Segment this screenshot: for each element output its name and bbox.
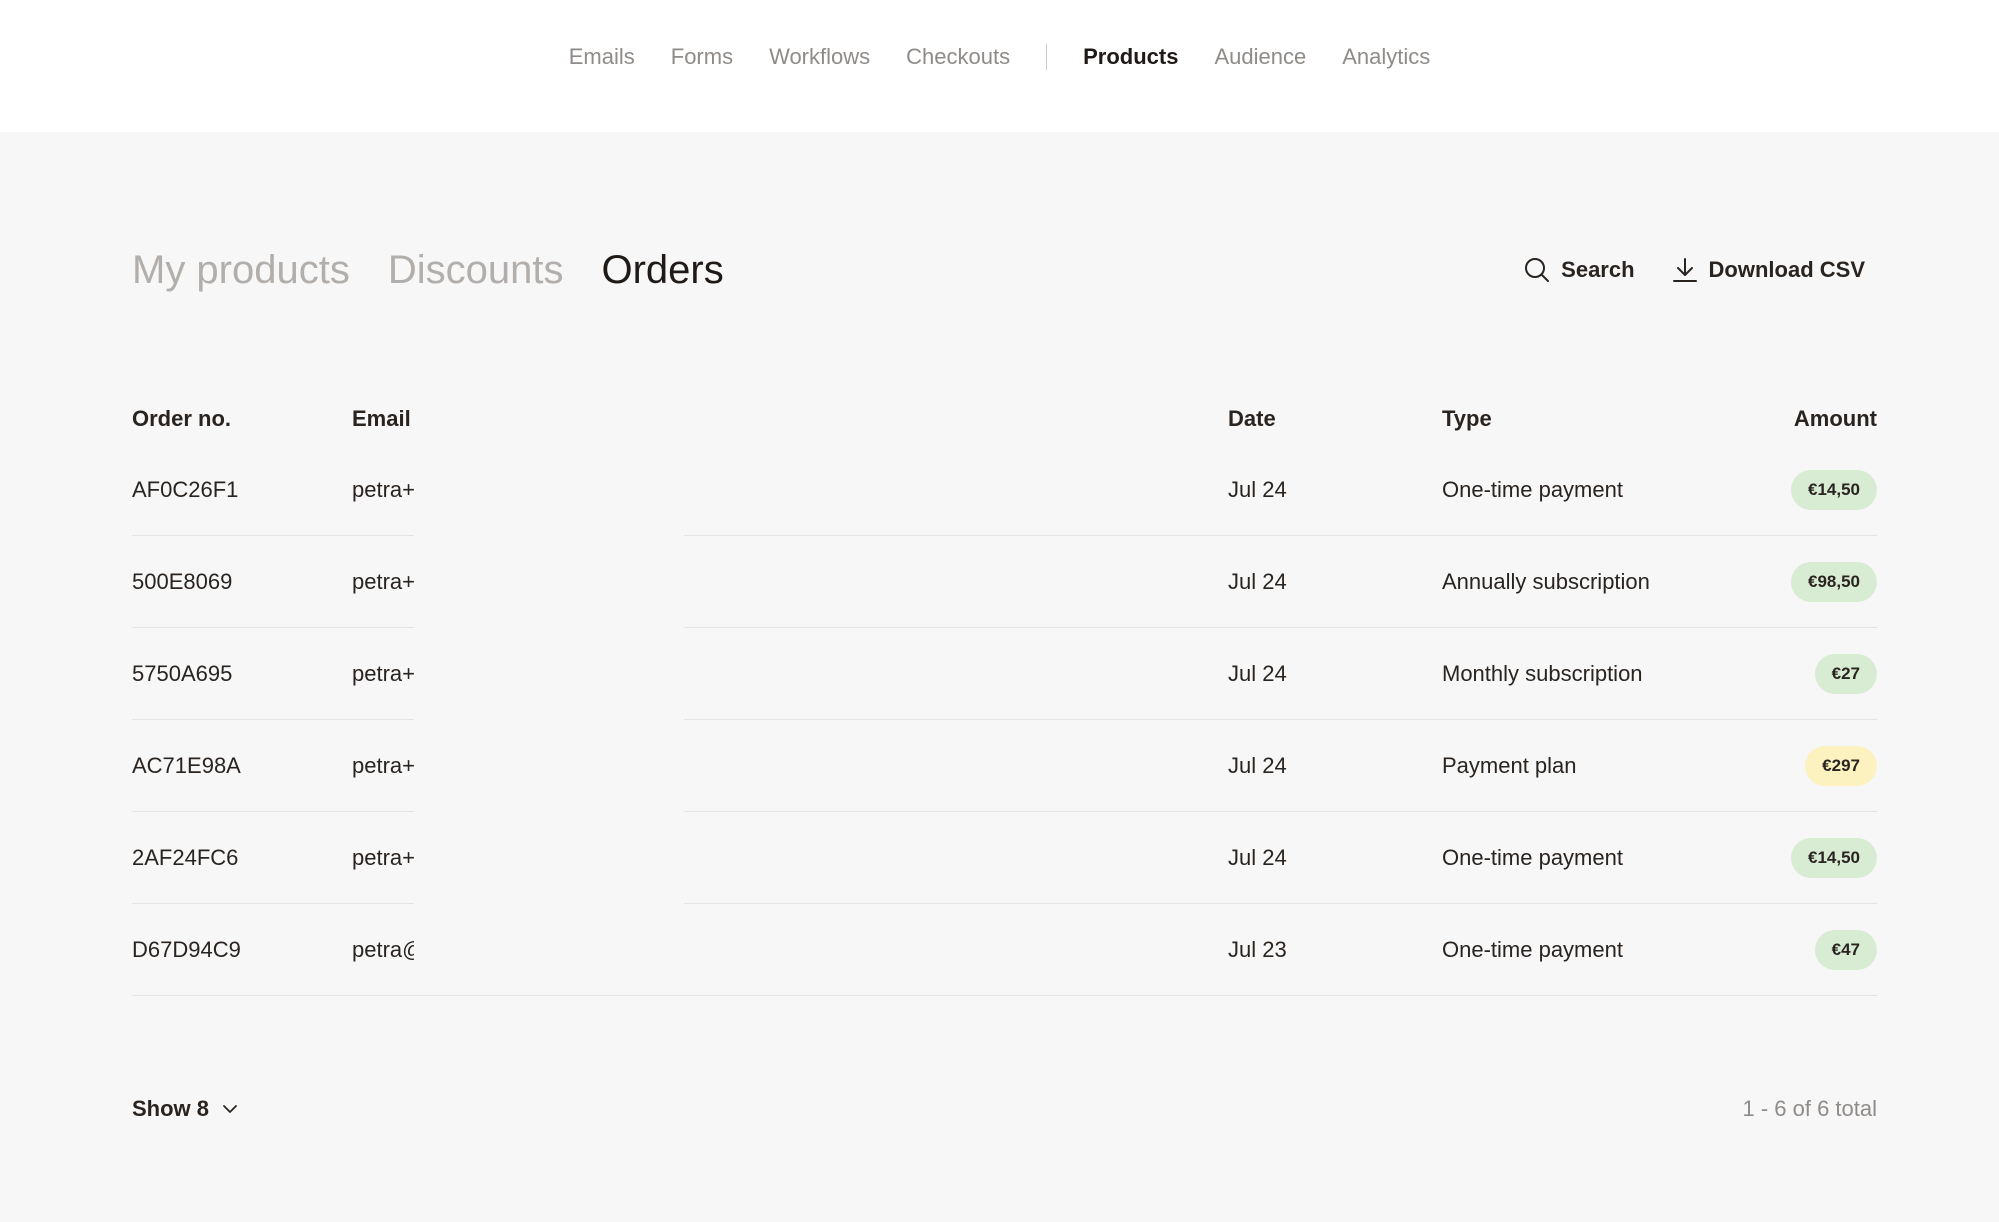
header-type[interactable]: Type: [1442, 394, 1772, 444]
date: Jul 23: [1228, 903, 1442, 996]
amount-cell: €27: [1772, 627, 1877, 720]
chevron-down-icon: [221, 1100, 239, 1118]
date: Jul 24: [1228, 535, 1442, 628]
email-cell: petra@: [352, 903, 414, 996]
email-cell: petra+: [352, 535, 414, 628]
amount-badge: €27: [1814, 653, 1877, 694]
table-row[interactable]: D67D94C9 petra@ Jul 23 One-time payment …: [132, 903, 1877, 996]
download-icon: [1671, 256, 1699, 284]
order-no: 5750A695: [132, 627, 352, 720]
tab-my-products[interactable]: My products: [132, 248, 350, 293]
page-size-select[interactable]: Show 8: [132, 1096, 239, 1122]
table-header-row: Order no. Email Date Type Amount: [132, 394, 1877, 444]
gap-cell: [414, 627, 684, 720]
table-row[interactable]: AC71E98A petra+ Jul 24 Payment plan €297: [132, 719, 1877, 812]
nav-emails[interactable]: Emails: [569, 44, 635, 70]
order-no: 500E8069: [132, 535, 352, 628]
email: petra+: [352, 660, 414, 686]
top-nav: Emails Forms Workflows Checkouts Product…: [0, 44, 1999, 70]
gap-cell: [414, 903, 684, 996]
tab-orders[interactable]: Orders: [601, 248, 723, 293]
gap-cell: [414, 535, 684, 628]
search-button[interactable]: Search: [1523, 256, 1635, 284]
toolbar-actions: Search Download CSV: [1487, 256, 1865, 284]
header-amount[interactable]: Amount: [1772, 394, 1877, 444]
amount-badge: €14,50: [1791, 837, 1877, 878]
nav-products[interactable]: Products: [1083, 44, 1178, 70]
email: petra+: [352, 752, 414, 778]
table-row[interactable]: AF0C26F1 petra+ Jul 24 One-time payment …: [132, 444, 1877, 536]
email: petra+: [352, 476, 414, 502]
search-icon: [1523, 256, 1551, 284]
email: petra+: [352, 844, 414, 870]
email: petra+: [352, 568, 414, 594]
amount-cell: €14,50: [1772, 811, 1877, 904]
type: Annually subscription: [1442, 535, 1772, 628]
orders-table: Order no. Email Date Type Amount AF0C26F…: [132, 394, 1877, 996]
header-email[interactable]: Email: [352, 394, 414, 444]
spacer-cell: [684, 811, 1228, 904]
amount-badge: €14,50: [1791, 469, 1877, 510]
email-cell: petra+: [352, 719, 414, 812]
spacer-cell: [684, 719, 1228, 812]
spacer-cell: [684, 903, 1228, 996]
gap-cell: [414, 719, 684, 812]
tab-discounts[interactable]: Discounts: [388, 248, 564, 293]
page-size-label: Show 8: [132, 1096, 210, 1121]
gap-cell: [414, 444, 684, 536]
order-no: 2AF24FC6: [132, 811, 352, 904]
nav-audience[interactable]: Audience: [1214, 44, 1306, 70]
nav-forms[interactable]: Forms: [671, 44, 733, 70]
pagination-summary: 1 - 6 of 6 total: [1742, 1096, 1877, 1121]
amount-cell: €297: [1772, 719, 1877, 812]
table-row[interactable]: 2AF24FC6 petra+ Jul 24 One-time payment …: [132, 811, 1877, 904]
header-order-no[interactable]: Order no.: [132, 394, 352, 444]
table-row[interactable]: 500E8069 petra+ Jul 24 Annually subscrip…: [132, 535, 1877, 628]
order-no: AC71E98A: [132, 719, 352, 812]
amount-badge: €297: [1805, 745, 1877, 786]
email: petra@: [352, 936, 414, 962]
type: One-time payment: [1442, 903, 1772, 996]
amount-badge: €98,50: [1791, 561, 1877, 602]
main-content: My products Discounts Orders Search Down…: [0, 132, 1999, 1222]
amount-badge: €47: [1814, 929, 1877, 970]
table-row[interactable]: 5750A695 petra+ Jul 24 Monthly subscript…: [132, 627, 1877, 720]
nav-analytics[interactable]: Analytics: [1342, 44, 1430, 70]
email-cell: petra+: [352, 444, 414, 536]
nav-workflows[interactable]: Workflows: [769, 44, 870, 70]
header-gap: [414, 394, 684, 444]
type: One-time payment: [1442, 811, 1772, 904]
spacer-cell: [684, 627, 1228, 720]
email-cell: petra+: [352, 811, 414, 904]
type: Payment plan: [1442, 719, 1772, 812]
spacer-cell: [684, 444, 1228, 536]
spacer-cell: [684, 535, 1228, 628]
nav-checkouts[interactable]: Checkouts: [906, 44, 1010, 70]
amount-cell: €47: [1772, 903, 1877, 996]
type: Monthly subscription: [1442, 627, 1772, 720]
top-bar: Emails Forms Workflows Checkouts Product…: [0, 0, 1999, 132]
amount-cell: €14,50: [1772, 444, 1877, 536]
order-no: D67D94C9: [132, 903, 352, 996]
date: Jul 24: [1228, 444, 1442, 536]
date: Jul 24: [1228, 811, 1442, 904]
type: One-time payment: [1442, 444, 1772, 536]
download-csv-button[interactable]: Download CSV: [1671, 256, 1865, 284]
header-date[interactable]: Date: [1228, 394, 1442, 444]
download-csv-label: Download CSV: [1708, 257, 1865, 282]
amount-cell: €98,50: [1772, 535, 1877, 628]
search-label: Search: [1561, 257, 1635, 282]
nav-divider: [1046, 44, 1048, 70]
gap-cell: [414, 811, 684, 904]
order-no: AF0C26F1: [132, 444, 352, 536]
header-spacer: [684, 394, 1228, 444]
date: Jul 24: [1228, 627, 1442, 720]
email-cell: petra+: [352, 627, 414, 720]
date: Jul 24: [1228, 719, 1442, 812]
sub-tabs: My products Discounts Orders: [132, 248, 762, 293]
